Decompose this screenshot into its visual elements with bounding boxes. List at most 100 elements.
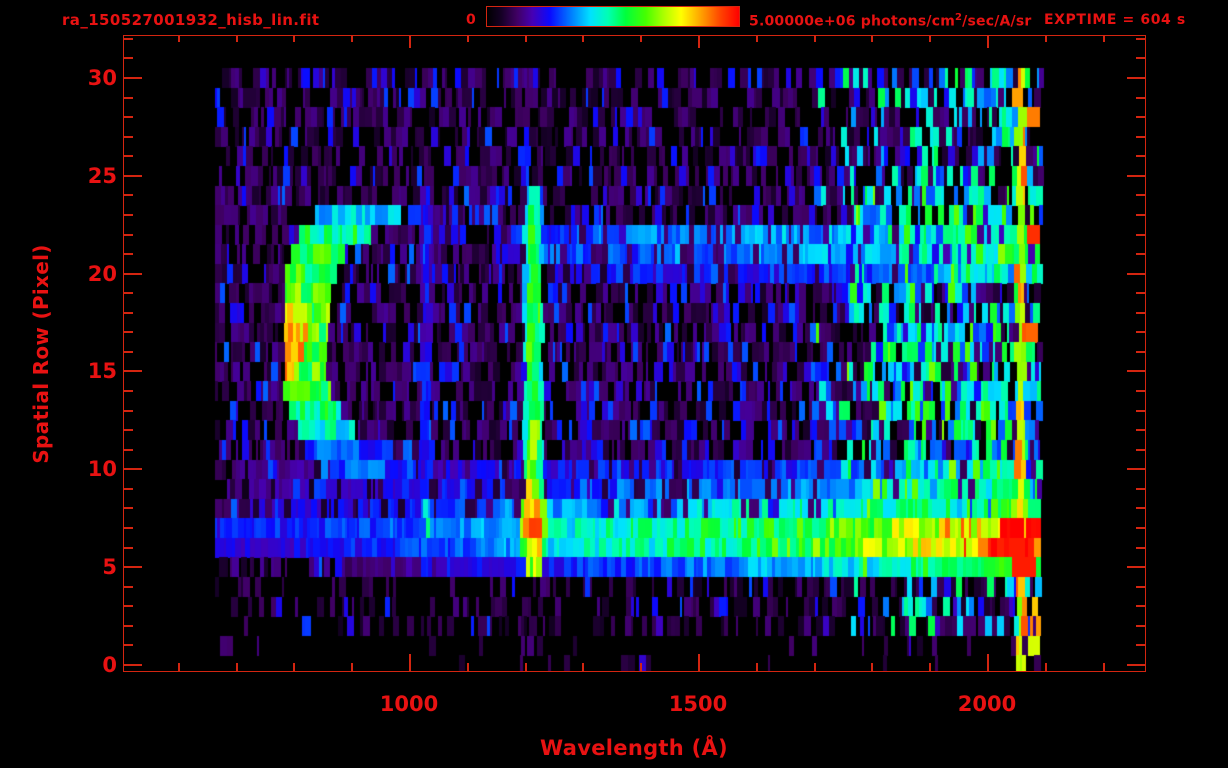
y-tick-label: 30 bbox=[87, 65, 117, 90]
tick-mark bbox=[871, 663, 873, 671]
tick-mark bbox=[1136, 487, 1145, 490]
x-tick-label: 1000 bbox=[379, 692, 439, 716]
tick-mark bbox=[1136, 390, 1145, 393]
tick-mark bbox=[1136, 253, 1145, 256]
tick-mark bbox=[124, 174, 142, 177]
tick-mark bbox=[124, 331, 133, 334]
tick-mark bbox=[124, 350, 133, 353]
tick-mark bbox=[1127, 272, 1145, 275]
x-tick-label: 2000 bbox=[957, 692, 1017, 716]
tick-mark bbox=[178, 663, 180, 671]
tick-mark bbox=[124, 644, 133, 647]
tick-mark bbox=[1136, 527, 1145, 530]
tick-mark bbox=[124, 585, 133, 588]
x-axis-title: Wavelength (Å) bbox=[540, 736, 728, 760]
tick-mark bbox=[124, 194, 133, 197]
tick-mark bbox=[1045, 663, 1047, 671]
tick-mark bbox=[124, 233, 133, 236]
tick-mark bbox=[1136, 116, 1145, 119]
tick-mark bbox=[124, 409, 133, 412]
tick-mark bbox=[814, 663, 816, 671]
tick-mark bbox=[1136, 155, 1145, 158]
y-tick-label: 25 bbox=[87, 163, 117, 188]
tick-mark bbox=[1127, 370, 1145, 373]
tick-mark bbox=[124, 566, 142, 569]
tick-mark bbox=[467, 663, 469, 671]
tick-mark bbox=[351, 663, 353, 671]
tick-mark bbox=[1136, 37, 1145, 40]
tick-mark bbox=[582, 663, 584, 671]
tick-mark bbox=[1103, 663, 1105, 671]
tick-mark bbox=[124, 546, 133, 549]
tick-mark bbox=[929, 663, 931, 671]
colorbar-min-label: 0 bbox=[466, 12, 476, 28]
tick-mark bbox=[1136, 57, 1145, 60]
tick-mark bbox=[124, 76, 142, 79]
filename-title: ra_150527001932_hisb_lin.fit bbox=[62, 11, 320, 29]
tick-mark bbox=[987, 36, 989, 48]
tick-mark bbox=[1136, 409, 1145, 412]
tick-mark bbox=[698, 36, 700, 48]
x-tick-label: 1500 bbox=[668, 692, 728, 716]
tick-mark bbox=[756, 36, 758, 42]
tick-mark bbox=[124, 96, 133, 99]
tick-mark bbox=[1136, 605, 1145, 608]
tick-mark bbox=[124, 213, 133, 216]
tick-mark bbox=[1127, 566, 1145, 569]
tick-mark bbox=[124, 527, 133, 530]
tick-mark bbox=[987, 654, 989, 671]
tick-mark bbox=[1136, 507, 1145, 510]
tick-mark bbox=[409, 654, 411, 671]
tick-mark bbox=[1136, 585, 1145, 588]
tick-mark bbox=[124, 370, 142, 373]
tick-mark bbox=[124, 292, 133, 295]
tick-mark bbox=[756, 663, 758, 671]
plot-window: { "header": { "title": "ra_150527001932_… bbox=[0, 0, 1228, 768]
tick-mark bbox=[467, 36, 469, 42]
tick-mark bbox=[124, 57, 133, 60]
tick-mark bbox=[124, 116, 133, 119]
tick-mark bbox=[1136, 96, 1145, 99]
tick-mark bbox=[124, 390, 133, 393]
colorbar-max-label: 5.00000e+06 photons/cm2/sec/A/sr bbox=[749, 12, 1032, 30]
tick-mark bbox=[525, 663, 527, 671]
tick-mark bbox=[124, 429, 133, 432]
y-axis-title: Spatial Row (Pixel) bbox=[29, 244, 53, 464]
tick-mark bbox=[124, 664, 142, 666]
tick-mark bbox=[929, 36, 931, 42]
tick-mark bbox=[1136, 546, 1145, 549]
tick-mark bbox=[178, 36, 180, 42]
y-tick-label: 10 bbox=[87, 457, 117, 482]
tick-mark bbox=[124, 487, 133, 490]
tick-mark bbox=[124, 624, 133, 627]
tick-mark bbox=[1136, 311, 1145, 314]
tick-mark bbox=[124, 135, 133, 138]
tick-mark bbox=[409, 36, 411, 48]
tick-mark bbox=[1136, 448, 1145, 451]
tick-mark bbox=[814, 36, 816, 42]
tick-mark bbox=[124, 507, 133, 510]
tick-mark bbox=[1127, 468, 1145, 471]
tick-mark bbox=[1136, 331, 1145, 334]
tick-mark bbox=[124, 311, 133, 314]
tick-mark bbox=[1127, 174, 1145, 177]
y-tick-label: 5 bbox=[102, 555, 117, 580]
tick-mark bbox=[698, 654, 700, 671]
tick-mark bbox=[1136, 233, 1145, 236]
tick-mark bbox=[1136, 350, 1145, 353]
y-tick-label: 15 bbox=[87, 359, 117, 384]
tick-mark bbox=[293, 663, 295, 671]
y-tick-label: 20 bbox=[87, 261, 117, 286]
exptime-label: EXPTIME = 604 s bbox=[1044, 12, 1186, 28]
colorbar bbox=[486, 6, 740, 27]
plot-frame bbox=[123, 35, 1146, 672]
tick-mark bbox=[525, 36, 527, 42]
tick-mark bbox=[351, 36, 353, 42]
tick-mark bbox=[1127, 664, 1145, 666]
tick-mark bbox=[124, 272, 142, 275]
tick-mark bbox=[124, 605, 133, 608]
colorbar-units: photons/cm bbox=[860, 13, 955, 30]
tick-mark bbox=[582, 36, 584, 42]
colorbar-units-tail: /sec/A/sr bbox=[962, 13, 1032, 30]
tick-mark bbox=[871, 36, 873, 42]
